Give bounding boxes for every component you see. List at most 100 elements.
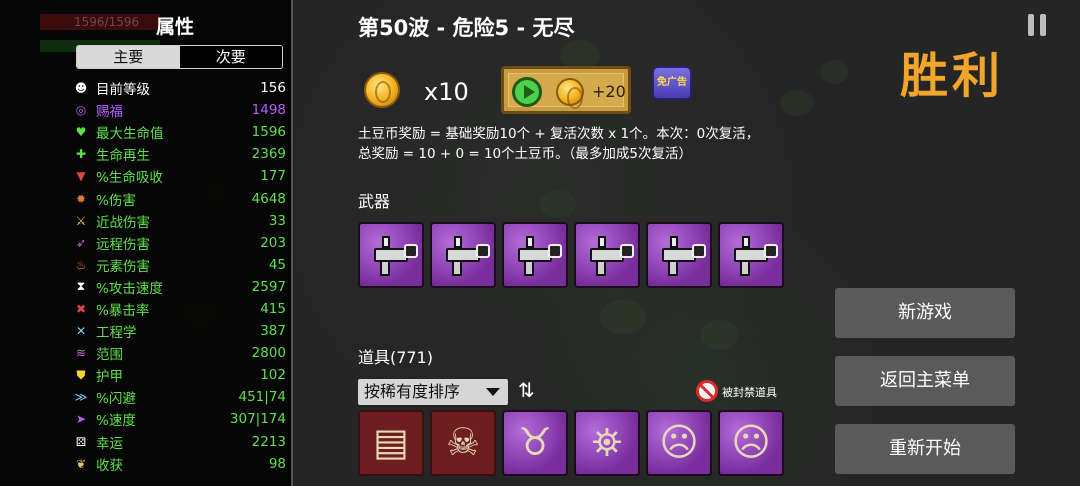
item-slot[interactable]: ☹ xyxy=(718,410,784,476)
main-menu-button[interactable]: 返回主菜单 xyxy=(835,356,1015,406)
coin-multiplier: x10 xyxy=(424,78,469,106)
stat-row[interactable]: ⧗ %攻击速度 2597 xyxy=(72,276,286,298)
weapon-slot[interactable] xyxy=(502,222,568,288)
item-slot[interactable]: ♉ xyxy=(502,410,568,476)
stat-row[interactable]: ➤ %速度 307|174 xyxy=(72,408,286,430)
stat-label: 护甲 xyxy=(96,369,123,386)
weapon-part xyxy=(692,244,706,258)
ad-free-badge[interactable]: 免广告 xyxy=(652,66,692,100)
sort-dropdown[interactable]: 按稀有度排序 xyxy=(358,379,508,405)
luck-icon: ⚄ xyxy=(75,434,87,449)
weapon-slot[interactable] xyxy=(430,222,496,288)
stat-row[interactable]: ♨ 元素伤害 45 xyxy=(72,254,286,276)
potato-coin-icon xyxy=(556,78,584,109)
weapon-slot[interactable] xyxy=(718,222,784,288)
item-slot[interactable]: ☠ xyxy=(430,410,496,476)
potato-coin-icon xyxy=(364,72,400,108)
item-slot[interactable]: ▤ xyxy=(358,410,424,476)
pause-icon[interactable] xyxy=(1028,14,1048,36)
stat-value: 98 xyxy=(268,455,286,472)
weapons-label: 武器 xyxy=(358,192,391,211)
stat-value: 451|74 xyxy=(238,389,287,406)
stat-label: %暴击率 xyxy=(96,302,150,319)
weapon-part xyxy=(598,236,606,248)
stat-label: %速度 xyxy=(96,413,136,430)
stat-value: 2597 xyxy=(251,278,286,295)
stat-row[interactable]: ≋ 范围 2800 xyxy=(72,342,286,364)
eye-icon: ◎ xyxy=(75,103,87,118)
items-label: 道具(771) xyxy=(358,348,434,367)
tab-secondary[interactable]: 次要 xyxy=(179,46,282,68)
stat-value: 387 xyxy=(260,323,286,340)
weapon-slot[interactable] xyxy=(646,222,712,288)
weapon-part xyxy=(596,260,606,276)
stat-row[interactable]: ✕ 工程学 387 xyxy=(72,320,286,342)
reward-description-line1: 土豆币奖励 = 基础奖励10个 + 复活次数 x 1个。本次：0次复活， xyxy=(358,126,760,142)
restart-button[interactable]: 重新开始 xyxy=(835,424,1015,474)
stat-row[interactable]: ❦ 收获 98 xyxy=(72,453,286,475)
stat-row[interactable]: ✹ %伤害 4648 xyxy=(72,187,286,209)
weapon-part xyxy=(452,260,462,276)
stat-label: 远程伤害 xyxy=(96,236,150,253)
play-icon xyxy=(512,77,542,107)
stats-tabs: 主要 次要 xyxy=(76,45,283,69)
hay-bale-icon: ▤ xyxy=(373,420,409,464)
stat-value: 45 xyxy=(268,256,286,273)
stat-value: 33 xyxy=(268,212,286,229)
banned-items-label[interactable]: 被封禁道具 xyxy=(722,384,777,400)
range-icon: ≋ xyxy=(75,346,87,361)
tab-primary[interactable]: 主要 xyxy=(77,46,180,68)
regen-icon: ✚ xyxy=(75,147,87,162)
weapon-part xyxy=(740,260,750,276)
weapon-part xyxy=(476,244,490,258)
speed-icon: ➤ xyxy=(75,412,87,427)
stat-row[interactable]: ⚄ 幸运 2213 xyxy=(72,431,286,453)
stat-value: 307|174 xyxy=(229,411,286,428)
weapon-part xyxy=(380,260,390,276)
stat-row[interactable]: ⛊ 护甲 102 xyxy=(72,364,286,386)
wave-title: 第50波 - 危险5 - 无尽 xyxy=(358,16,575,40)
stat-row[interactable]: ▼ %生命吸收 177 xyxy=(72,165,286,187)
banned-icon[interactable] xyxy=(696,380,718,402)
stat-row[interactable]: ✖ %暴击率 415 xyxy=(72,298,286,320)
weapon-part xyxy=(524,260,534,276)
stat-row[interactable]: ✚ 生命再生 2369 xyxy=(72,143,286,165)
stat-row[interactable]: ⚔ 近战伤害 33 xyxy=(72,210,286,232)
sort-order-icon[interactable]: ⇅ xyxy=(518,378,535,402)
weapon-part xyxy=(382,236,390,248)
stat-label: %闪避 xyxy=(96,391,136,408)
ad-bonus-button[interactable]: +20 xyxy=(501,66,631,114)
weapon-slot[interactable] xyxy=(574,222,640,288)
weapon-part xyxy=(742,236,750,248)
weapon-part xyxy=(670,236,678,248)
lantern-icon: ⛯ xyxy=(591,420,623,464)
stat-row[interactable]: ◎ 赐福 1498 xyxy=(72,99,286,121)
stat-row[interactable]: ➶ 远程伤害 203 xyxy=(72,232,286,254)
victory-title: 胜利 xyxy=(900,48,1005,104)
stats-panel: 1596/1596 属性 主要 次要 ☻ 目前等级 156 ◎ 赐福 1498 ♥ 最大生命值… xyxy=(0,0,293,486)
new-game-button[interactable]: 新游戏 xyxy=(835,288,1015,338)
stat-label: 幸运 xyxy=(96,435,123,452)
reward-description: 土豆币奖励 = 基础奖励10个 + 复活次数 x 1个。本次：0次复活， 总奖励… xyxy=(358,124,798,164)
stat-value: 2369 xyxy=(251,146,286,163)
stat-row[interactable]: ☻ 目前等级 156 xyxy=(72,77,286,99)
stat-value: 102 xyxy=(260,367,286,384)
stat-row[interactable]: ♥ 最大生命值 1596 xyxy=(72,121,286,143)
stat-row[interactable]: ≫ %闪避 451|74 xyxy=(72,386,286,408)
item-slot[interactable]: ⛯ xyxy=(574,410,640,476)
sort-dropdown-label: 按稀有度排序 xyxy=(364,382,461,401)
weapon-part xyxy=(764,244,778,258)
armor-icon: ⛊ xyxy=(76,367,86,382)
stat-value: 1596 xyxy=(251,124,286,141)
weapon-part xyxy=(454,236,462,248)
engineering-icon: ✕ xyxy=(75,324,87,339)
ad-bonus-amount: +20 xyxy=(592,82,626,101)
skull-flag-icon: ☠ xyxy=(445,420,481,464)
stat-label: 最大生命值 xyxy=(96,126,164,143)
weapon-slot[interactable] xyxy=(358,222,424,288)
stat-value: 1498 xyxy=(251,102,286,119)
stat-label: 范围 xyxy=(96,347,123,364)
stat-value: 2213 xyxy=(251,433,286,450)
item-slot[interactable]: ☹ xyxy=(646,410,712,476)
ranged-icon: ➶ xyxy=(75,235,87,250)
